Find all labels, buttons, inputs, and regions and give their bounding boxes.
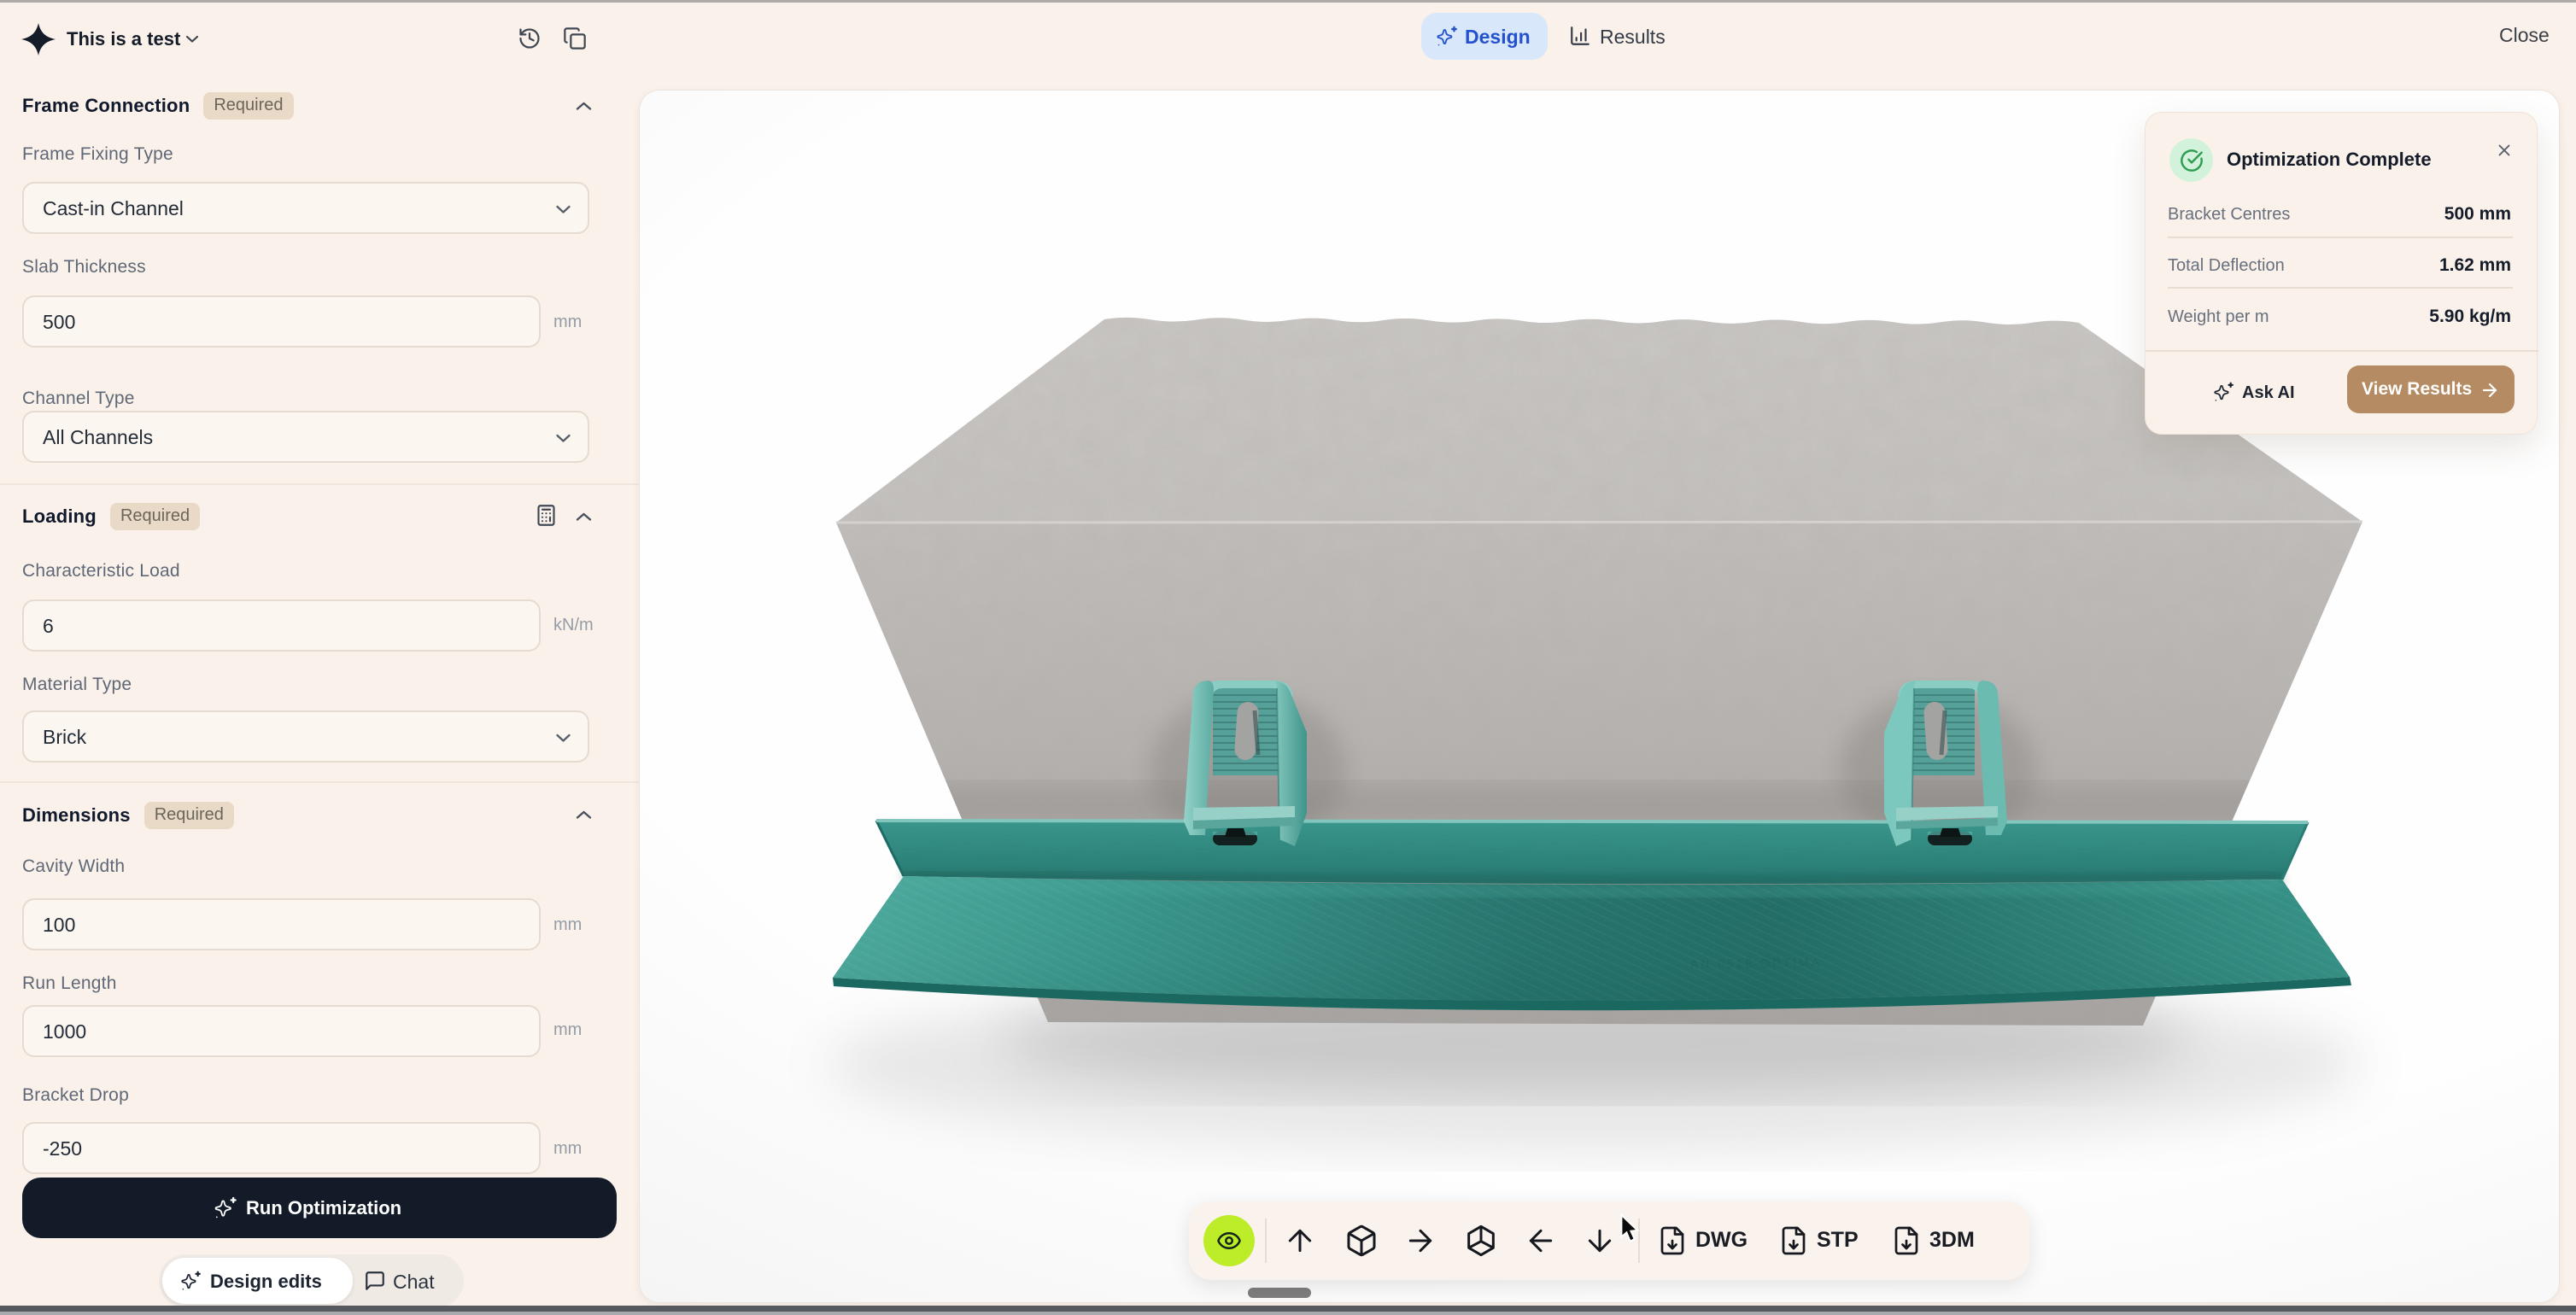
svg-text:AN 0518 OPTIMA: AN 0518 OPTIMA — [1690, 956, 1822, 971]
